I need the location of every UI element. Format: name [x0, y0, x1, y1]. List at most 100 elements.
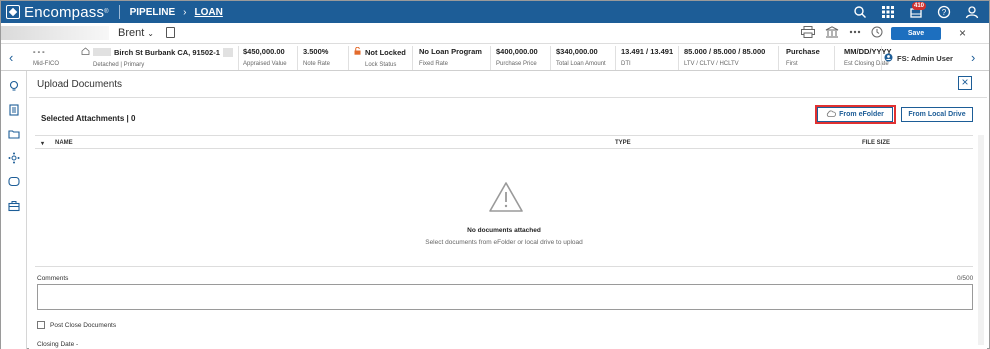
folder-icon[interactable]: [8, 127, 20, 139]
metric-divider: [778, 46, 779, 70]
metric-divider: [881, 46, 882, 70]
user-profile-icon[interactable]: [965, 5, 979, 19]
more-options-icon[interactable]: [849, 25, 861, 43]
metric-purchase-price: $400,000.00 Purchase Price: [496, 47, 538, 67]
redacted-borrower-info: [1, 26, 109, 40]
metric-label: Fixed Rate: [419, 61, 449, 67]
table-scrollbar[interactable]: [978, 135, 984, 345]
selected-attachments-heading: Selected Attachments | 0: [41, 114, 136, 123]
save-button[interactable]: Save: [891, 27, 941, 40]
redacted-address: [93, 48, 111, 56]
unlocked-icon: [354, 46, 361, 57]
metric-note-rate: 3.500% Note Rate: [303, 47, 330, 67]
metric-value: - - -: [33, 47, 45, 56]
efolder-highlight-box: [815, 105, 896, 124]
panel-title: Upload Documents: [37, 79, 123, 90]
metric-value: Birch St Burbank CA, 91502-1: [114, 47, 220, 57]
breadcrumb-loan[interactable]: LOAN: [195, 7, 223, 18]
metric-value: 85.000 / 85.000 / 85.000: [684, 47, 766, 56]
notifications-icon[interactable]: 410: [909, 2, 927, 19]
clock-icon[interactable]: [871, 25, 883, 43]
briefcase-icon[interactable]: [8, 199, 20, 212]
breadcrumb-pipeline[interactable]: PIPELINE: [130, 7, 176, 18]
metric-divider: [490, 46, 491, 70]
metric-dti: 13.491 / 13.491 DTI: [621, 47, 673, 67]
borrower-name: Brent: [118, 27, 145, 39]
metric-divider: [297, 46, 298, 70]
metric-divider: [678, 46, 679, 70]
print-icon[interactable]: [801, 25, 815, 43]
post-close-label: Post Close Documents: [50, 321, 117, 329]
services-icon[interactable]: [8, 151, 20, 164]
from-local-drive-button[interactable]: From Local Drive: [901, 107, 973, 122]
metric-divider: [348, 46, 349, 70]
search-icon[interactable]: [853, 5, 867, 19]
user-account-icon: [884, 53, 893, 64]
closing-date-label: Closing Date -: [37, 341, 79, 348]
metric-divider: [615, 46, 616, 70]
logo-mark-icon: [6, 5, 20, 19]
forms-icon[interactable]: [8, 103, 20, 116]
metric-loan-purpose: Purchase First: [786, 47, 820, 67]
home-icon: [81, 47, 90, 57]
borrower-selector[interactable]: Brent ⌄: [118, 27, 154, 39]
app-name: Encompass: [24, 3, 105, 21]
metric-lock-status: Not Locked Lock Status: [354, 46, 406, 68]
top-divider: [118, 5, 120, 19]
breadcrumb-separator: ›: [183, 6, 187, 18]
metric-value: Purchase: [786, 47, 820, 56]
apps-grid-icon[interactable]: [881, 5, 895, 19]
column-file-size[interactable]: FILE SIZE: [862, 140, 890, 146]
lightbulb-icon[interactable]: [8, 79, 20, 91]
column-type[interactable]: TYPE: [615, 140, 631, 146]
metric-label: Purchase Price: [496, 61, 537, 67]
loan-summary-bar: ‹ - - - Mid-FICO Birch St Burbank CA, 91…: [1, 43, 989, 71]
metric-label: Mid-FICO: [33, 61, 59, 67]
bank-icon[interactable]: [825, 25, 839, 43]
close-loan-icon[interactable]: ×: [959, 26, 966, 40]
metric-divider: [412, 46, 413, 70]
metric-property: Birch St Burbank CA, 91502-1 Detached | …: [81, 47, 233, 68]
post-close-documents-option[interactable]: Post Close Documents: [37, 321, 116, 329]
metric-label: DTI: [621, 61, 631, 67]
comments-textarea[interactable]: [37, 284, 973, 310]
metric-label: LTV / CLTV / HCLTV: [684, 61, 739, 67]
encompass-logo[interactable]: Encompass ®: [6, 4, 109, 21]
post-close-checkbox[interactable]: [37, 321, 45, 329]
metric-label: Total Loan Amount: [556, 61, 606, 67]
metric-value: $340,000.00: [556, 47, 598, 56]
redacted-zip: [222, 47, 233, 57]
column-name[interactable]: NAME: [55, 140, 73, 146]
metric-divider: [834, 46, 835, 70]
title-divider: [29, 97, 987, 98]
chevron-left-icon[interactable]: ‹: [9, 50, 13, 65]
empty-state-title: No documents attached: [467, 227, 541, 234]
metric-divider: [550, 46, 551, 70]
metric-label: First: [786, 61, 798, 67]
svg-text:?: ?: [942, 8, 947, 17]
metric-label: Lock Status: [365, 62, 397, 68]
metric-mid-fico: - - - Mid-FICO: [33, 47, 59, 67]
admin-user-name: FS: Admin User: [897, 54, 953, 63]
close-panel-button[interactable]: ×: [958, 76, 972, 90]
loan-header-bar: Brent ⌄ Save ×: [1, 23, 989, 43]
metric-value: $450,000.00: [243, 47, 285, 56]
top-nav-bar: Encompass ® PIPELINE › LOAN 410 ?: [1, 1, 989, 23]
admin-user[interactable]: FS: Admin User: [884, 53, 953, 64]
chevron-right-icon[interactable]: ›: [971, 50, 975, 65]
chat-icon[interactable]: [8, 175, 20, 187]
chevron-down-icon: ⌄: [147, 29, 154, 38]
metric-label: Detached | Primary: [93, 62, 145, 68]
left-nav-rail: [1, 71, 27, 349]
metric-label: Note Rate: [303, 61, 331, 67]
metric-total-loan-amount: $340,000.00 Total Loan Amount: [556, 47, 606, 67]
attachments-empty-state: No documents attached Select documents f…: [35, 149, 973, 267]
notifications-badge: 410: [912, 2, 927, 10]
expand-caret-icon[interactable]: ▾: [41, 140, 44, 147]
empty-state-hint: Select documents from eFolder or local d…: [425, 239, 583, 246]
metric-divider: [238, 46, 239, 70]
close-icon: ×: [961, 75, 969, 89]
metric-value: $400,000.00: [496, 47, 538, 56]
loan-document-icon[interactable]: [166, 27, 175, 38]
help-icon[interactable]: ?: [937, 5, 951, 19]
